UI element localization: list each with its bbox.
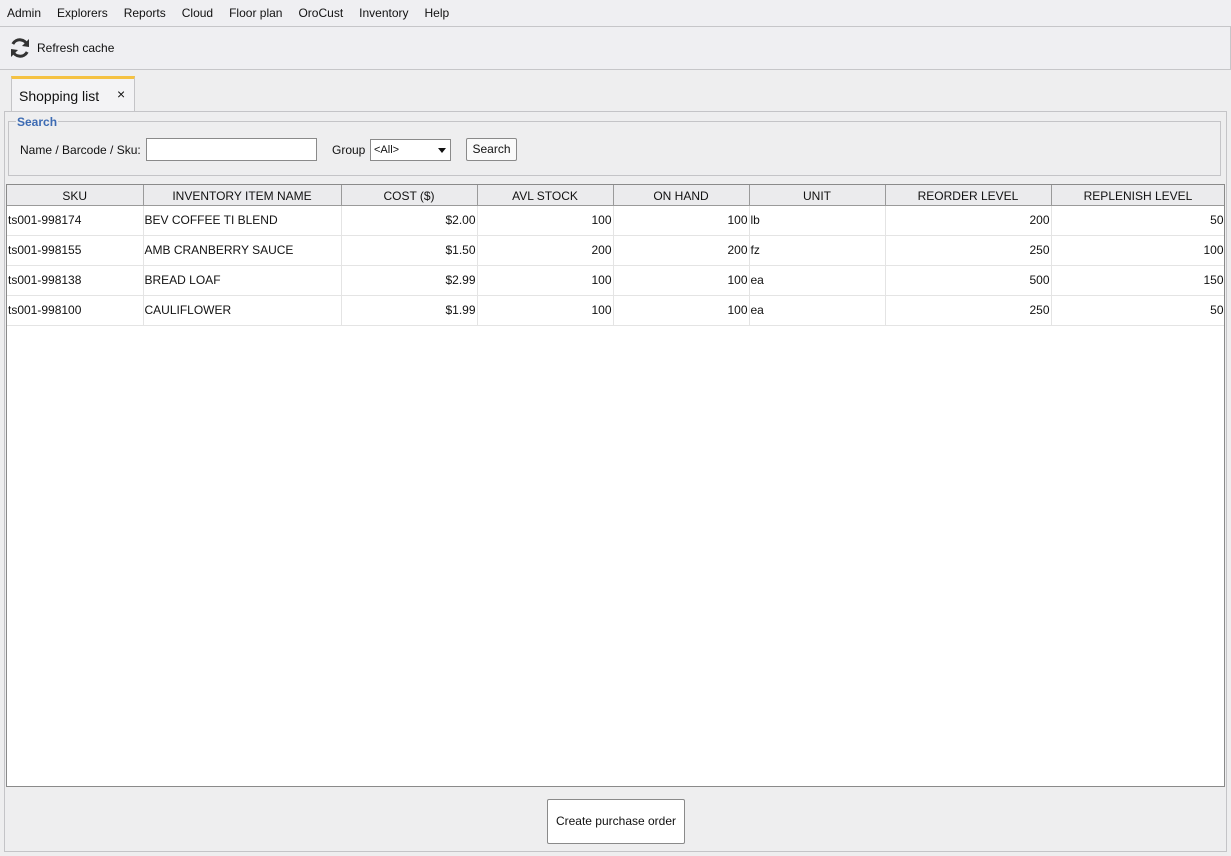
cell-cost: $1.99: [341, 295, 478, 326]
cell-cost: $1.50: [341, 235, 478, 266]
column-header-cost[interactable]: COST ($): [341, 185, 478, 206]
cell-on-hand: 100: [613, 205, 750, 236]
search-button[interactable]: Search: [466, 138, 517, 161]
refresh-icon: [11, 38, 29, 58]
menu-cloud[interactable]: Cloud: [174, 0, 221, 26]
cell-avl-stock: 100: [477, 265, 614, 296]
tab-shopping-list[interactable]: Shopping list ×: [11, 76, 135, 112]
search-group: Search Name / Barcode / Sku: Group <All>…: [8, 115, 1221, 176]
menu-admin[interactable]: Admin: [0, 0, 49, 26]
cell-replenish-level: 50: [1051, 205, 1224, 236]
menu-floor-plan[interactable]: Floor plan: [221, 0, 290, 26]
cell-reorder-level: 500: [885, 265, 1052, 296]
menu-help[interactable]: Help: [417, 0, 458, 26]
cell-replenish-level: 150: [1051, 265, 1224, 296]
cell-cost: $2.00: [341, 205, 478, 236]
column-header-reorder-level[interactable]: REORDER LEVEL: [885, 185, 1052, 206]
group-select[interactable]: <All>: [370, 139, 451, 161]
shopping-list-table: SKU INVENTORY ITEM NAME COST ($) AVL STO…: [6, 184, 1225, 787]
cell-sku: ts001-998174: [7, 205, 144, 236]
cell-unit: ea: [749, 265, 886, 296]
cell-replenish-level: 100: [1051, 235, 1224, 266]
column-header-unit[interactable]: UNIT: [749, 185, 886, 206]
search-legend: Search: [16, 115, 59, 129]
close-icon[interactable]: ×: [117, 86, 125, 102]
cell-item-name: AMB CRANBERRY SAUCE: [143, 235, 342, 266]
toolbar: Refresh cache: [0, 26, 1231, 70]
cell-on-hand: 100: [613, 265, 750, 296]
cell-reorder-level: 200: [885, 205, 1052, 236]
cell-item-name: BEV COFFEE TI BLEND: [143, 205, 342, 236]
menu-orocust[interactable]: OroCust: [290, 0, 351, 26]
table-row[interactable]: ts001-998138 BREAD LOAF $2.99 100 100 ea…: [7, 265, 1224, 296]
refresh-cache-button[interactable]: Refresh cache: [5, 33, 117, 63]
cell-cost: $2.99: [341, 265, 478, 296]
column-header-on-hand[interactable]: ON HAND: [613, 185, 750, 206]
cell-sku: ts001-998138: [7, 265, 144, 296]
table-row[interactable]: ts001-998174 BEV COFFEE TI BLEND $2.00 1…: [7, 205, 1224, 236]
chevron-down-icon: [438, 148, 446, 153]
name-barcode-sku-input[interactable]: [146, 138, 317, 161]
menu-reports[interactable]: Reports: [116, 0, 174, 26]
cell-unit: ea: [749, 295, 886, 326]
cell-avl-stock: 100: [477, 295, 614, 326]
cell-sku: ts001-998155: [7, 235, 144, 266]
cell-reorder-level: 250: [885, 295, 1052, 326]
cell-sku: ts001-998100: [7, 295, 144, 326]
cell-reorder-level: 250: [885, 235, 1052, 266]
group-label: Group: [332, 143, 366, 157]
cell-unit: lb: [749, 205, 886, 236]
cell-avl-stock: 100: [477, 205, 614, 236]
tab-label: Shopping list: [19, 87, 100, 104]
cell-replenish-level: 50: [1051, 295, 1224, 326]
table-header-row: SKU INVENTORY ITEM NAME COST ($) AVL STO…: [7, 185, 1224, 206]
group-select-value: <All>: [374, 144, 400, 156]
name-barcode-sku-label: Name / Barcode / Sku:: [20, 143, 141, 157]
column-header-sku[interactable]: SKU: [7, 185, 144, 206]
create-purchase-order-button[interactable]: Create purchase order: [547, 799, 685, 844]
shopping-list-panel: Search Name / Barcode / Sku: Group <All>…: [4, 111, 1227, 852]
menu-bar: Admin Explorers Reports Cloud Floor plan…: [0, 0, 1231, 26]
cell-unit: fz: [749, 235, 886, 266]
menu-explorers[interactable]: Explorers: [49, 0, 116, 26]
cell-item-name: BREAD LOAF: [143, 265, 342, 296]
cell-on-hand: 200: [613, 235, 750, 266]
cell-on-hand: 100: [613, 295, 750, 326]
column-header-item-name[interactable]: INVENTORY ITEM NAME: [143, 185, 342, 206]
column-header-avl-stock[interactable]: AVL STOCK: [477, 185, 614, 206]
table-row[interactable]: ts001-998100 CAULIFLOWER $1.99 100 100 e…: [7, 295, 1224, 326]
refresh-cache-label: Refresh cache: [37, 41, 115, 55]
table-row[interactable]: ts001-998155 AMB CRANBERRY SAUCE $1.50 2…: [7, 235, 1224, 266]
menu-inventory[interactable]: Inventory: [351, 0, 416, 26]
column-header-replenish-level[interactable]: REPLENISH LEVEL: [1051, 185, 1224, 206]
cell-avl-stock: 200: [477, 235, 614, 266]
cell-item-name: CAULIFLOWER: [143, 295, 342, 326]
